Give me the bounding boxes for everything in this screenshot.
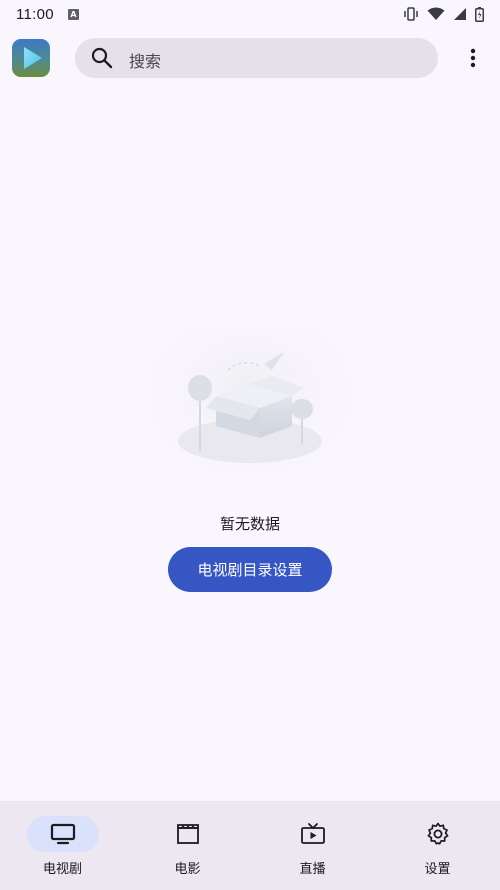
more-vert-icon[interactable]: [462, 46, 484, 70]
notification-a-icon: A: [67, 8, 79, 20]
tv-icon: [50, 823, 75, 845]
status-bar: 11:00 A: [0, 0, 500, 28]
nav-active-indicator: [26, 816, 99, 852]
battery-icon: [475, 6, 484, 22]
nav-item-settings[interactable]: 设置: [375, 801, 500, 890]
top-app-bar: 搜索: [0, 28, 500, 94]
search-bar[interactable]: 搜索: [75, 38, 438, 78]
status-time: 11:00: [16, 5, 54, 23]
nav-label: 电影: [174, 862, 201, 877]
live-tv-icon: [300, 823, 325, 844]
clapperboard-icon: [176, 824, 199, 844]
vibrate-icon: [404, 7, 418, 21]
bottom-navigation: 电视剧 电影 直播 设置: [0, 801, 500, 890]
nav-label: 电视剧: [42, 862, 82, 877]
search-icon: [91, 47, 113, 69]
app-logo: [12, 39, 50, 77]
nav-label: 直播: [299, 862, 326, 877]
empty-state-message: 暂无数据: [219, 515, 280, 533]
nav-item-tv-series[interactable]: 电视剧: [0, 801, 125, 890]
nav-item-live[interactable]: 直播: [250, 801, 375, 890]
screen: 11:00 A 搜索 暂无数据 电视剧目录设置 电视剧 电影 直播 设置: [0, 0, 500, 890]
status-icons: [403, 6, 484, 22]
signal-icon: [454, 8, 466, 20]
tv-catalog-settings-button[interactable]: 电视剧目录设置: [168, 547, 332, 592]
empty-box-illustration: [136, 326, 364, 476]
gear-icon: [427, 822, 448, 845]
nav-label: 设置: [424, 862, 451, 877]
wifi-icon: [427, 7, 445, 20]
search-placeholder: 搜索: [129, 52, 162, 71]
nav-item-movies[interactable]: 电影: [125, 801, 250, 890]
